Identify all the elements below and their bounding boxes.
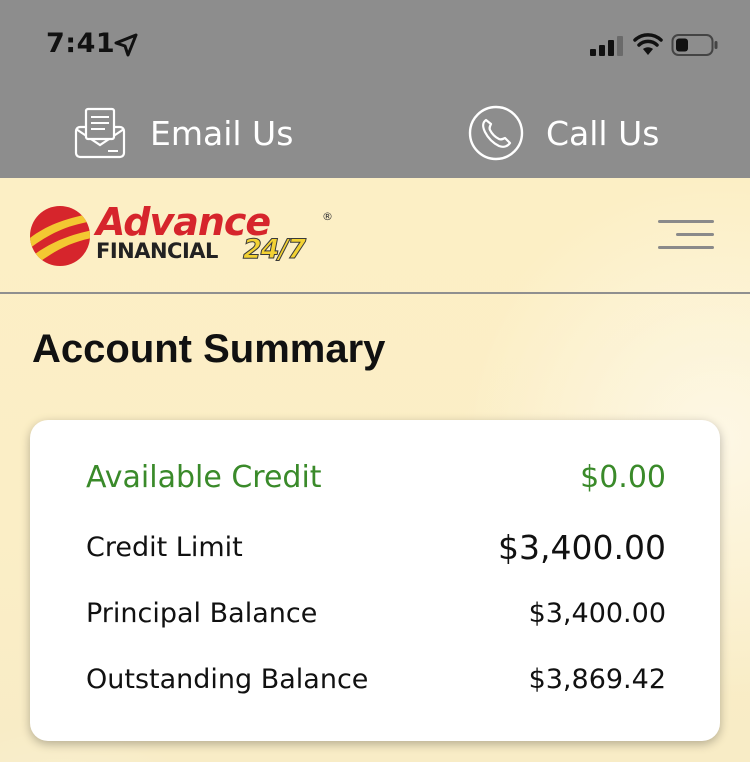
page-title: Account Summary — [32, 327, 386, 371]
cell-signal-icon — [590, 36, 623, 56]
credit-limit-value: $3,400.00 — [498, 528, 666, 567]
principal-balance-label: Principal Balance — [86, 598, 318, 629]
outstanding-balance-value: $3,869.42 — [528, 664, 666, 695]
email-us-button[interactable]: Email Us — [70, 100, 293, 166]
available-credit-value: $0.00 — [580, 460, 666, 495]
logo-registered-mark: ® — [322, 210, 333, 223]
top-contact-band: 7:41 Email Us Call Us — [0, 0, 750, 178]
menu-line-icon — [676, 233, 714, 236]
principal-balance-value: $3,400.00 — [528, 598, 666, 629]
hamburger-menu-button[interactable] — [656, 218, 716, 254]
advance-financial-logo-icon[interactable] — [28, 205, 92, 267]
logo-financial-text: FINANCIAL — [96, 239, 218, 263]
account-summary-card: Available Credit $0.00 Credit Limit $3,4… — [30, 420, 720, 741]
status-time: 7:41 — [46, 28, 116, 59]
call-us-label: Call Us — [546, 113, 660, 153]
available-credit-label: Available Credit — [86, 460, 322, 495]
battery-icon — [671, 34, 718, 56]
menu-line-icon — [658, 220, 714, 223]
menu-line-icon — [658, 246, 714, 249]
wifi-icon — [633, 33, 663, 55]
outstanding-balance-row: Outstanding Balance $3,869.42 — [86, 664, 666, 695]
credit-limit-row: Credit Limit $3,400.00 — [86, 528, 666, 567]
credit-limit-label: Credit Limit — [86, 532, 243, 563]
email-us-label: Email Us — [150, 113, 294, 153]
outstanding-balance-label: Outstanding Balance — [86, 664, 369, 695]
logo-247-text: 24/7 — [242, 234, 306, 266]
envelope-icon — [70, 103, 130, 163]
location-arrow-icon — [114, 33, 138, 57]
principal-balance-row: Principal Balance $3,400.00 — [86, 598, 666, 629]
available-credit-row: Available Credit $0.00 — [86, 460, 666, 495]
phone-icon — [466, 103, 526, 163]
call-us-button[interactable]: Call Us — [466, 100, 659, 166]
